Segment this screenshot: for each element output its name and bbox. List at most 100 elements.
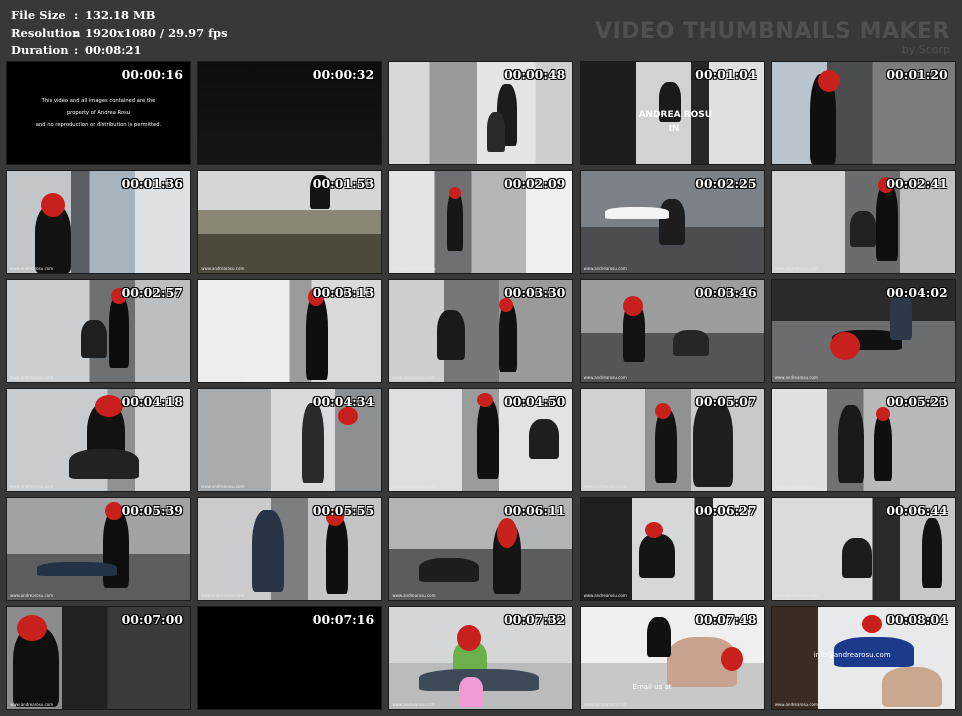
email-us-text: Email us at [632,683,672,691]
scene-figure [841,538,872,578]
thumbnail: www.andrearosu.com 00:04:34 [197,388,383,492]
scene-figure [658,199,685,245]
scene-figure [646,617,671,657]
thumbnail: www.andrearosu.com 00:01:53 [197,170,383,274]
site-watermark: www.andrearosu.com [201,375,245,380]
thumbnail-sheet: File Size : 132.18 MB Resolution : 1920x… [0,0,962,716]
scene-figure [881,667,942,707]
scene-hair [105,502,123,520]
site-watermark: www.andrearosu.com [10,702,54,707]
timestamp-label: 00:00:16 [121,67,183,82]
scene-figure [604,207,669,219]
scene-hair [861,615,882,633]
scene-figure [419,558,480,582]
timestamp-label: 00:01:04 [695,67,757,82]
site-watermark: www.andrearosu.com [583,484,627,489]
scene-hair [17,615,47,641]
scene-figure [529,419,560,459]
site-watermark: www.andrearosu.com [583,593,627,598]
timestamp-label: 00:03:13 [312,285,375,300]
thumbnail: www.andrearosu.com 00:06:44 [770,497,956,601]
thumbnail: www.andrearosu.com 00:05:39 [6,497,191,601]
scene-figure [638,534,675,578]
brand-subtitle: by Scorp [901,43,950,56]
thumbnail: www.andrearosu.com 00:04:02 [770,279,956,383]
scene-figure [921,518,942,588]
site-watermark: www.andrearosu.com [392,375,436,380]
timestamp-label: 00:01:53 [312,176,375,191]
site-watermark: www.andrearosu.com [774,484,818,489]
site-watermark: www.andrearosu.com [201,266,245,271]
site-watermark: www.andrearosu.com [583,375,627,380]
site-watermark: www.andrearosu.com [774,375,818,380]
thumbnail: www.andrearosu.com 00:04:50 [388,388,574,492]
site-watermark: www.andrearosu.com [392,266,436,271]
thumbnail: www.andrearosu.com 00:01:36 [6,170,191,274]
scene-hair [95,395,123,417]
scene-figure [477,399,500,479]
thumbnail: www.andrearosu.com 00:02:57 [6,279,191,383]
timestamp-label: 00:02:25 [695,176,757,191]
title-card-text: IN [668,124,680,134]
scene-figure [109,294,129,368]
thumbnail: www.andrearosu.com 00:07:32 [388,606,574,710]
scene-figure [873,413,892,481]
timestamp-label: 00:01:20 [886,67,948,82]
scene-hair [622,296,643,316]
thumbnail: This video and all images contained are … [6,61,191,165]
thumbnail: 00:00:32 [197,61,383,165]
scene-hair [875,407,890,421]
thumbnail: info@andrearosu.com www.andrearosu.com 00:… [770,606,956,710]
scene-figure [499,302,518,372]
site-watermark: www.andrearosu.com [774,593,818,598]
thumbnail: www.andrearosu.com 00:06:27 [579,497,765,601]
thumbnail: www.andrearosu.com 00:03:13 [197,279,383,383]
file-size-row: File Size : 132.18 MB [11,7,228,25]
scene-figure [487,112,506,152]
scene-figure [302,403,325,483]
thumbnail: www.andrearosu.com 00:02:09 [388,170,574,274]
timestamp-label: 00:05:23 [886,394,948,409]
duration-row: Duration : 00:08:21 [11,42,228,60]
thumbnail: www.andrearosu.com 00:05:07 [579,388,765,492]
scene-figure [837,405,864,483]
thumbnail: www.andrearosu.com 00:07:00 [6,606,191,710]
scene-figure [849,211,876,247]
site-watermark: www.andrearosu.com [392,484,436,489]
scene-figure [692,399,733,487]
scene-hair [829,332,860,360]
timestamp-label: 00:04:50 [503,394,566,409]
scene-figure [81,320,107,358]
thumbnail: www.andrearosu.com 00:02:41 [770,170,956,274]
timestamp-label: 00:02:57 [121,285,183,300]
scene-figure [37,562,117,576]
site-watermark: www.andrearosu.com [10,484,54,489]
resolution-row: Resolution : 1920x1080 / 29.97 fps [11,25,228,43]
site-watermark: www.andrearosu.com [201,593,245,598]
site-watermark: www.andrearosu.com [583,266,627,271]
thumbnail: www.andrearosu.com 00:02:25 [579,170,765,274]
site-watermark: www.andrearosu.com [774,266,818,271]
scene-hair [644,522,663,538]
timestamp-label: 00:05:07 [695,394,757,409]
timestamp-label: 00:02:41 [886,176,948,191]
timestamp-label: 00:07:48 [695,612,757,627]
title-card-text: ANDREA ROSU [638,110,713,120]
copyright-notice-line: and no reproduction or distribution is p… [35,122,162,128]
thumbnail: www.andrearosu.com 00:03:30 [388,279,574,383]
email-text: info@andrearosu.com [813,651,891,659]
timestamp-label: 00:01:36 [121,176,183,191]
thumbnail: ANDREA ROSU IN 00:01:04 [579,61,765,165]
timestamp-label: 00:07:32 [503,612,566,627]
scene-figure [252,510,285,592]
timestamp-label: 00:07:16 [312,612,375,627]
scene-figure [437,310,466,360]
copyright-notice: This video and all images contained are … [7,95,190,131]
resolution-value: 1920x1080 / 29.97 fps [85,25,228,40]
timestamp-label: 00:05:55 [312,503,375,518]
scene-figure [654,409,677,483]
resolution-label: Resolution [11,25,81,40]
timestamp-label: 00:07:00 [121,612,183,627]
thumbnail: www.andrearosu.com 00:05:23 [770,388,956,492]
timestamp-label: 00:04:02 [886,285,948,300]
